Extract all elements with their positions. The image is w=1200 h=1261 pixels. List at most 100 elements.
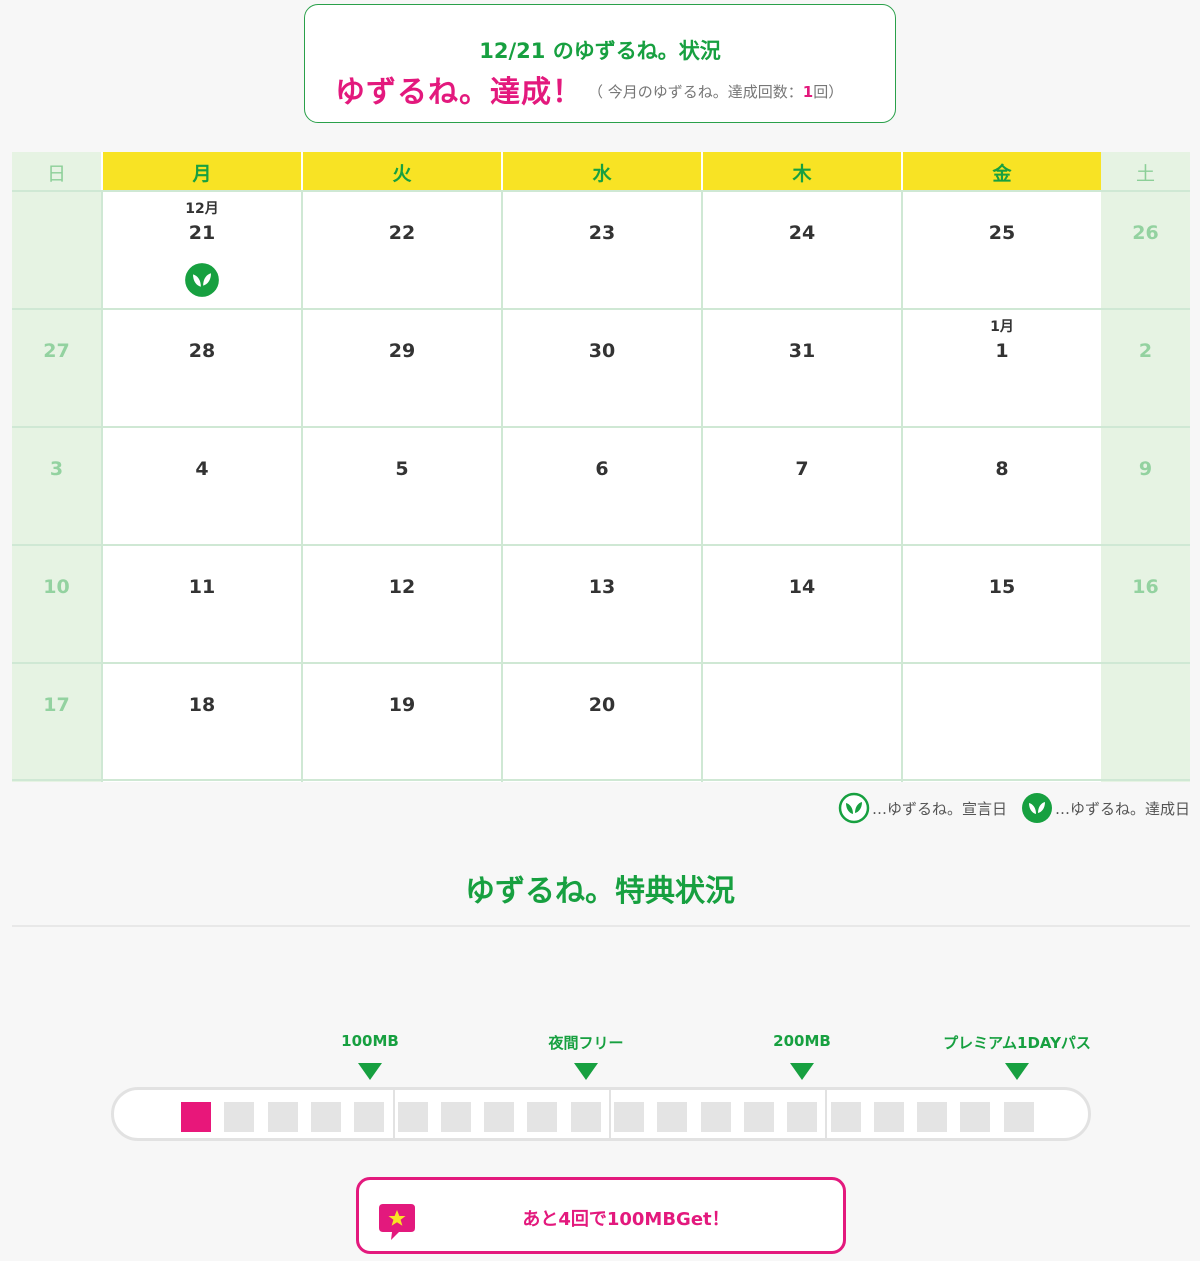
calendar-day: 7 [701, 426, 901, 546]
calendar-day: 26 [1101, 190, 1190, 310]
calendar-date: 8 [995, 458, 1009, 480]
calendar-date: 25 [988, 222, 1016, 244]
milestone-arrow-icon [1005, 1063, 1029, 1080]
progress-block-empty [657, 1102, 687, 1132]
progress-block-empty [224, 1102, 254, 1132]
calendar-date: 27 [43, 340, 70, 362]
calendar-date: 19 [388, 694, 416, 716]
calendar-date: 16 [1132, 576, 1159, 598]
achieved-stamp-icon [1021, 793, 1052, 823]
calendar-date: 20 [588, 694, 616, 716]
calendar-date: 11 [188, 576, 216, 598]
calendar-day: 2 [1101, 308, 1190, 428]
weekday-header: 木 [701, 152, 901, 192]
calendar-date: 28 [188, 340, 216, 362]
calendar-day: 1月 1 [901, 308, 1101, 428]
progress-block-empty [571, 1102, 601, 1132]
progress-block-empty [960, 1102, 990, 1132]
progress-block-empty [527, 1102, 557, 1132]
calendar-date: 13 [588, 576, 616, 598]
calendar-date: 14 [788, 576, 816, 598]
calendar-date: 24 [788, 222, 816, 244]
milestone-arrow-icon [574, 1063, 598, 1080]
legend-declared-label: …ゆずるね。宣言日 [871, 799, 1007, 818]
message-box[interactable]: あと4回で100MBGet！ [356, 1177, 846, 1254]
calendar-date: 17 [43, 694, 70, 716]
calendar-day: 27 [12, 308, 101, 428]
count-value: 1 [802, 83, 814, 101]
legend-achieved: …ゆずるね。達成日 [1021, 792, 1190, 824]
progress-block-empty [614, 1102, 644, 1132]
benefit-title: ゆずるね。特典状況 [465, 874, 735, 909]
calendar-month-label: 12月 [185, 201, 219, 217]
progress-block-empty [874, 1102, 904, 1132]
calendar-day: 4 [101, 426, 301, 546]
calendar-day: 16 [1101, 544, 1190, 664]
milestone-arrow-icon [358, 1063, 382, 1080]
declared-stamp-icon [838, 792, 870, 824]
calendar-day: 14 [701, 544, 901, 664]
progress-block-empty [441, 1102, 471, 1132]
calendar: 日月火水木金土 12月 21 22 23 24 25 26 27 28 29 30 31 1月 1 2 3 4 5 6… [12, 152, 1190, 782]
calendar-bottom-border [12, 779, 1190, 781]
calendar-date: 4 [195, 458, 209, 480]
calendar-date: 23 [588, 222, 616, 244]
count-prefix: （ 今月のゆずるね。達成回数： [588, 83, 803, 101]
progress-block-empty [398, 1102, 428, 1132]
weekday-header: 月 [101, 152, 301, 192]
monthly-count: （ 今月のゆずるね。達成回数：1回） [588, 81, 843, 102]
calendar-day: 29 [301, 308, 501, 428]
calendar-day: 31 [701, 308, 901, 428]
calendar-day: 6 [501, 426, 701, 546]
calendar-date: 15 [988, 576, 1016, 598]
calendar-day: 17 [12, 662, 101, 782]
progress-block-filled [181, 1102, 211, 1132]
achieved-stamp-icon [185, 263, 219, 297]
calendar-date: 21 [188, 222, 216, 244]
calendar-day [901, 662, 1101, 782]
progress-block-empty [917, 1102, 947, 1132]
progress-block-empty [1004, 1102, 1034, 1132]
calendar-date: 18 [188, 694, 216, 716]
progress-section-divider [393, 1090, 395, 1138]
calendar-date: 5 [395, 458, 409, 480]
progress-section-divider [609, 1090, 611, 1138]
status-box: 12/21 のゆずるね。状況 ゆずるね。達成！ （ 今月のゆずるね。達成回数：1… [304, 4, 896, 123]
calendar-date: 26 [1132, 222, 1159, 244]
calendar-day: 24 [701, 190, 901, 310]
calendar-day: 20 [501, 662, 701, 782]
milestone-arrow-icon [790, 1063, 814, 1080]
calendar-date: 9 [1138, 458, 1153, 480]
calendar-date: 1 [995, 340, 1009, 362]
calendar-month-label: 1月 [990, 319, 1014, 335]
milestone-label: 200MB [773, 1032, 831, 1050]
calendar-day: 8 [901, 426, 1101, 546]
count-suffix: 回） [813, 83, 844, 101]
progress-block-empty [831, 1102, 861, 1132]
progress-block-empty [311, 1102, 341, 1132]
calendar-day: 30 [501, 308, 701, 428]
calendar-day: 22 [301, 190, 501, 310]
calendar-date: 3 [49, 458, 64, 480]
calendar-date: 2 [1138, 340, 1153, 362]
weekday-header: 金 [901, 152, 1101, 192]
milestone-label: 100MB [341, 1032, 399, 1050]
calendar-date: 6 [595, 458, 609, 480]
progress-section-divider [825, 1090, 827, 1138]
calendar-day [1101, 662, 1190, 782]
calendar-day: 25 [901, 190, 1101, 310]
calendar-day [12, 190, 101, 310]
milestone-label: プレミアム1DAYパス [943, 1034, 1091, 1052]
calendar-date: 29 [388, 340, 416, 362]
progress-block-empty [744, 1102, 774, 1132]
calendar-date: 10 [43, 576, 70, 598]
calendar-day: 19 [301, 662, 501, 782]
calendar-day: 28 [101, 308, 301, 428]
legend-declared: …ゆずるね。宣言日 [838, 792, 1007, 824]
calendar-date: 7 [795, 458, 809, 480]
calendar-day: 15 [901, 544, 1101, 664]
divider [12, 925, 1190, 927]
weekday-header: 火 [301, 152, 501, 192]
status-title: 12/21 のゆずるね。状況 [479, 39, 721, 63]
calendar-day: 12月 21 [101, 190, 301, 310]
